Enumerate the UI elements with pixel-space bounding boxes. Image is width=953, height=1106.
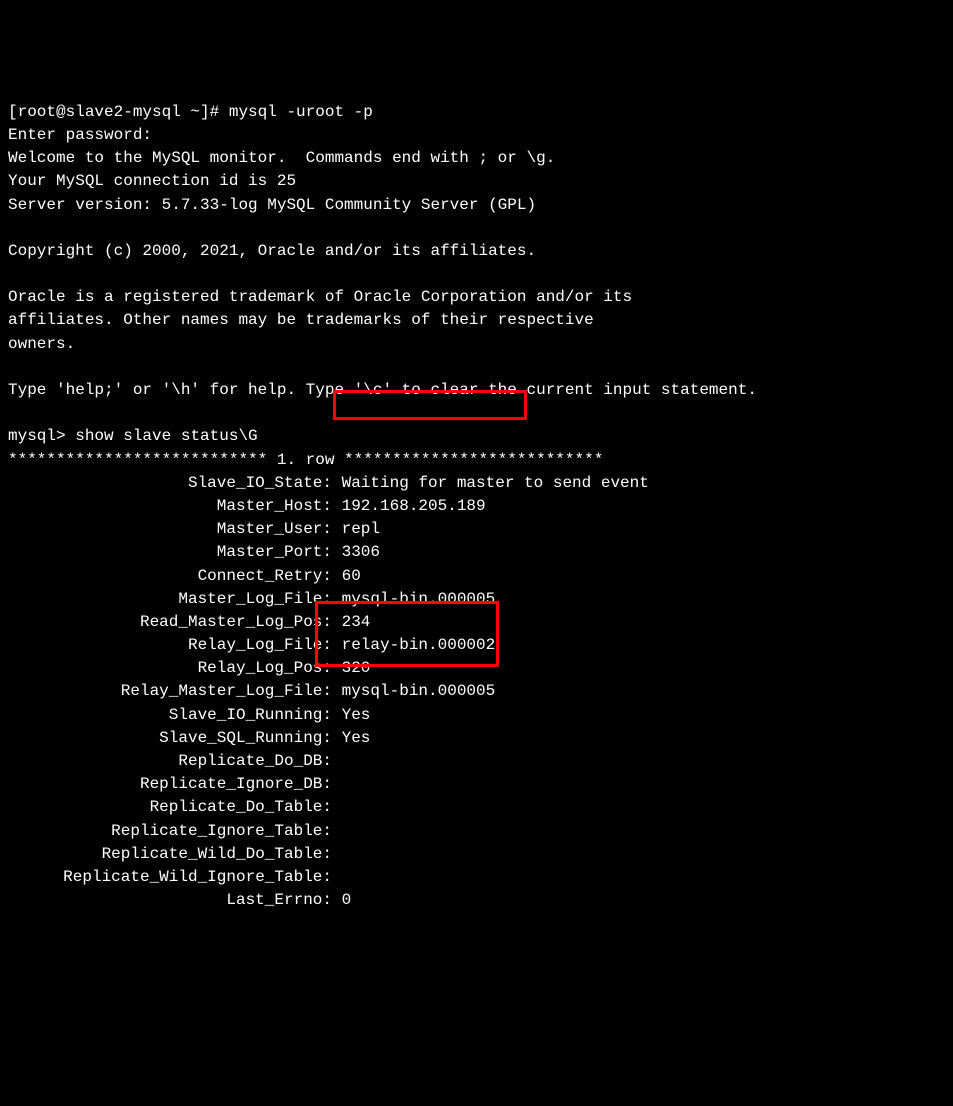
status-label: Last_Errno: <box>8 889 332 912</box>
status-row-replicate-wild-do-table: Replicate_Wild_Do_Table: <box>8 843 945 866</box>
status-value: mysql-bin.000005 <box>332 590 495 608</box>
status-label: Master_User: <box>8 518 332 541</box>
status-label: Relay_Master_Log_File: <box>8 680 332 703</box>
row-header: *************************** 1. row *****… <box>8 449 945 472</box>
blank-line <box>8 356 945 379</box>
status-row-slave-sql-running: Slave_SQL_Running: Yes <box>8 727 945 750</box>
status-value: relay-bin.000002 <box>332 636 495 654</box>
status-row-read-master-log-pos: Read_Master_Log_Pos: 234 <box>8 611 945 634</box>
status-label: Master_Port: <box>8 541 332 564</box>
status-value: 60 <box>332 567 361 585</box>
status-label: Connect_Retry: <box>8 565 332 588</box>
status-row-replicate-do-db: Replicate_Do_DB: <box>8 750 945 773</box>
status-label: Replicate_Wild_Do_Table: <box>8 843 332 866</box>
status-value: Yes <box>332 706 370 724</box>
status-row-replicate-ignore-db: Replicate_Ignore_DB: <box>8 773 945 796</box>
status-value <box>332 822 342 840</box>
status-label: Replicate_Ignore_DB: <box>8 773 332 796</box>
mysql-command: show slave status\G <box>75 427 257 445</box>
status-value: mysql-bin.000005 <box>332 682 495 700</box>
status-row-connect-retry: Connect_Retry: 60 <box>8 565 945 588</box>
trademark-line: owners. <box>8 333 945 356</box>
blank-line <box>8 402 945 425</box>
status-value: 234 <box>332 613 370 631</box>
status-label: Read_Master_Log_Pos: <box>8 611 332 634</box>
status-value <box>332 845 342 863</box>
status-value <box>332 798 342 816</box>
status-label: Relay_Log_File: <box>8 634 332 657</box>
status-row-master-port: Master_Port: 3306 <box>8 541 945 564</box>
copyright-line: Copyright (c) 2000, 2021, Oracle and/or … <box>8 240 945 263</box>
shell-command: mysql -uroot -p <box>229 103 373 121</box>
mysql-command-line[interactable]: mysql> show slave status\G <box>8 425 945 448</box>
status-row-master-log-file: Master_Log_File: mysql-bin.000005 <box>8 588 945 611</box>
status-row-relay-master-log-file: Relay_Master_Log_File: mysql-bin.000005 <box>8 680 945 703</box>
status-label: Slave_SQL_Running: <box>8 727 332 750</box>
status-row-relay-log-file: Relay_Log_File: relay-bin.000002 <box>8 634 945 657</box>
status-label: Replicate_Do_DB: <box>8 750 332 773</box>
status-label: Slave_IO_State: <box>8 472 332 495</box>
status-value: repl <box>332 520 380 538</box>
status-value: 192.168.205.189 <box>332 497 486 515</box>
status-row-last-errno: Last_Errno: 0 <box>8 889 945 912</box>
status-value <box>332 752 342 770</box>
status-row-master-host: Master_Host: 192.168.205.189 <box>8 495 945 518</box>
status-row-replicate-ignore-table: Replicate_Ignore_Table: <box>8 820 945 843</box>
status-row-master-user: Master_User: repl <box>8 518 945 541</box>
status-label: Slave_IO_Running: <box>8 704 332 727</box>
command-line[interactable]: [root@slave2-mysql ~]# mysql -uroot -p <box>8 101 945 124</box>
status-row-replicate-wild-ignore-table: Replicate_Wild_Ignore_Table: <box>8 866 945 889</box>
status-label: Replicate_Wild_Ignore_Table: <box>8 866 332 889</box>
status-row-slave-io-state: Slave_IO_State: Waiting for master to se… <box>8 472 945 495</box>
mysql-prompt: mysql> <box>8 427 75 445</box>
welcome-line: Welcome to the MySQL monitor. Commands e… <box>8 147 945 170</box>
status-value: 320 <box>332 659 370 677</box>
status-row-relay-log-pos: Relay_Log_Pos: 320 <box>8 657 945 680</box>
blank-line <box>8 217 945 240</box>
status-value: Yes <box>332 729 370 747</box>
status-row-slave-io-running: Slave_IO_Running: Yes <box>8 704 945 727</box>
status-value: 3306 <box>332 543 380 561</box>
status-value <box>332 868 342 886</box>
server-version-line: Server version: 5.7.33-log MySQL Communi… <box>8 194 945 217</box>
status-label: Master_Host: <box>8 495 332 518</box>
trademark-line: Oracle is a registered trademark of Orac… <box>8 286 945 309</box>
shell-prompt: [root@slave2-mysql ~]# <box>8 103 229 121</box>
status-label: Master_Log_File: <box>8 588 332 611</box>
status-value: 0 <box>332 891 351 909</box>
status-value <box>332 775 342 793</box>
status-label: Replicate_Do_Table: <box>8 796 332 819</box>
blank-line <box>8 263 945 286</box>
trademark-line: affiliates. Other names may be trademark… <box>8 309 945 332</box>
enter-password: Enter password: <box>8 124 945 147</box>
connection-id-line: Your MySQL connection id is 25 <box>8 170 945 193</box>
status-value: Waiting for master to send event <box>332 474 649 492</box>
status-label: Replicate_Ignore_Table: <box>8 820 332 843</box>
help-line: Type 'help;' or '\h' for help. Type '\c'… <box>8 379 945 402</box>
status-row-replicate-do-table: Replicate_Do_Table: <box>8 796 945 819</box>
status-label: Relay_Log_Pos: <box>8 657 332 680</box>
